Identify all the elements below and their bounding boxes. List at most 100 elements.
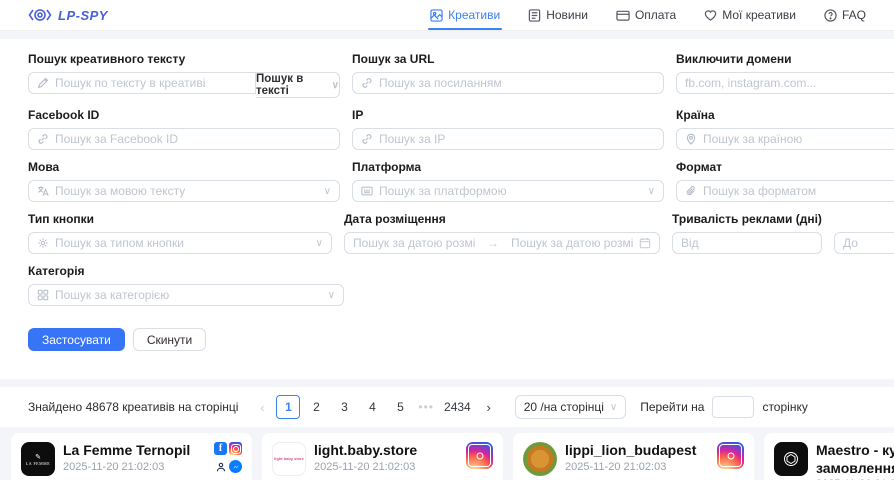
page-button-3[interactable]: 3 <box>332 395 356 419</box>
nav-label: Оплата <box>635 8 676 22</box>
card-date: 2025-11-20 21:02:03 <box>314 461 458 473</box>
apply-button[interactable]: Застосувати <box>28 328 125 351</box>
goto-page: Перейти на сторінку <box>640 396 808 418</box>
page-button-last[interactable]: 2434 <box>440 395 475 419</box>
page-button-1[interactable]: 1 <box>276 395 300 419</box>
language-input[interactable] <box>55 184 318 198</box>
filter-label: Пошук за URL <box>352 52 664 66</box>
platform-input[interactable] <box>379 184 642 198</box>
filter-duration: Тривалість реклами (дні) <box>672 212 894 254</box>
link-icon <box>361 133 373 145</box>
facebook-id-input[interactable] <box>55 132 331 146</box>
reset-button[interactable]: Скинути <box>133 328 206 351</box>
brand-logo[interactable]: LP-SPY <box>28 8 108 23</box>
page-size-select[interactable]: 20 /на сторінці ∨ <box>515 395 627 419</box>
location-pin-icon <box>685 133 697 145</box>
filter-label: Дата розміщення <box>344 212 660 226</box>
platform-icon <box>361 185 373 197</box>
top-navbar: LP-SPY Креативи Новини Оплата Мої креати… <box>0 0 894 31</box>
prev-page-button[interactable]: ‹ <box>252 400 272 415</box>
date-to-input[interactable] <box>511 236 633 250</box>
card-icon <box>616 9 630 22</box>
nav-tab-payment[interactable]: Оплата <box>616 0 676 30</box>
filter-label: Мова <box>28 160 340 174</box>
results-toolbar: Знайдено 48678 креативів на сторінці ‹ 1… <box>0 387 894 427</box>
filter-label: Facebook ID <box>28 108 340 122</box>
page-button-5[interactable]: 5 <box>388 395 412 419</box>
date-range-picker[interactable]: → <box>344 232 660 254</box>
chevron-down-icon: ∨ <box>332 80 339 91</box>
goto-label: Перейти на <box>640 400 704 414</box>
category-select[interactable]: ∨ <box>28 284 344 306</box>
filter-exclude-domains: Виключити домени <box>676 52 894 98</box>
filter-label: Виключити домени <box>676 52 894 66</box>
pagination-ellipsis[interactable]: ••• <box>418 400 434 414</box>
nav-label: Мої креативи <box>722 8 796 22</box>
url-input[interactable] <box>379 76 655 90</box>
nav-tab-news[interactable]: Новини <box>528 0 588 30</box>
creative-text-input[interactable] <box>55 76 247 90</box>
nav-tab-faq[interactable]: FAQ <box>824 0 866 30</box>
translate-icon <box>37 185 49 197</box>
card-title: light.baby.store <box>314 442 458 460</box>
date-from-input[interactable] <box>353 236 475 250</box>
brand-name: LP-SPY <box>58 8 108 23</box>
goto-page-input[interactable] <box>712 396 754 418</box>
filter-label: Категорія <box>28 264 344 278</box>
filter-url: Пошук за URL <box>352 52 664 98</box>
card-date: 2025-11-20 21:02:03 <box>63 461 206 473</box>
heart-icon <box>704 9 717 22</box>
ip-input[interactable] <box>379 132 655 146</box>
duration-from-input[interactable] <box>681 236 813 250</box>
country-input[interactable] <box>703 132 894 146</box>
language-select[interactable]: ∨ <box>28 180 340 202</box>
creative-card[interactable]: light baby store light.baby.store 2025-1… <box>262 433 503 480</box>
filter-button-type: Тип кнопки ∨ <box>28 212 332 254</box>
platform-icons: f <box>214 442 242 476</box>
chevron-down-icon: ∨ <box>648 186 655 197</box>
duration-to-input[interactable] <box>843 236 894 250</box>
filter-facebook-id: Facebook ID <box>28 108 340 150</box>
question-icon <box>824 9 837 22</box>
creative-card[interactable]: Maestro - кухні, меблі на замовлення в У… <box>764 433 894 480</box>
filter-label: Тривалість реклами (дні) <box>672 212 894 226</box>
page-button-4[interactable]: 4 <box>360 395 384 419</box>
button-type-input[interactable] <box>55 236 310 250</box>
filter-label: Пошук креативного тексту <box>28 52 340 66</box>
filter-format: Формат <box>676 160 894 202</box>
chevron-down-icon: ∨ <box>328 290 335 301</box>
nav-label: Креативи <box>448 8 500 22</box>
filter-label: Тип кнопки <box>28 212 332 226</box>
filter-panel: Пошук креативного тексту Пошук в тексті … <box>0 39 894 379</box>
category-input[interactable] <box>55 288 322 302</box>
creative-card[interactable]: lippi_lion_budapest 2025-11-20 21:02:03 … <box>513 433 754 480</box>
filter-country: Країна <box>676 108 894 150</box>
main-nav: Креативи Новини Оплата Мої креативи FAQ <box>430 0 866 30</box>
paperclip-icon <box>685 185 697 197</box>
button-type-select[interactable]: ∨ <box>28 232 332 254</box>
nav-label: Новини <box>546 8 588 22</box>
platform-select[interactable]: ∨ <box>352 180 664 202</box>
avatar: ✎LA FEMME <box>21 442 55 476</box>
audience-network-icon <box>214 460 227 473</box>
chevron-down-icon: ∨ <box>324 186 331 197</box>
card-title: La Femme Ternopil <box>63 442 206 460</box>
search-mode-select[interactable]: Пошук в тексті ∨ <box>256 72 340 98</box>
filter-creative-text: Пошук креативного тексту Пошук в тексті … <box>28 52 340 98</box>
eye-logo-icon <box>28 8 52 22</box>
nav-tab-my-creatives[interactable]: Мої креативи <box>704 0 796 30</box>
filter-label: IP <box>352 108 664 122</box>
filter-label: Платформа <box>352 160 664 174</box>
page-button-2[interactable]: 2 <box>304 395 328 419</box>
card-title: Maestro - кухні, меблі на замовлення в У… <box>816 442 894 477</box>
image-icon <box>430 9 443 22</box>
next-page-button[interactable]: › <box>479 400 499 415</box>
nav-tab-creatives[interactable]: Креативи <box>430 0 500 30</box>
format-input[interactable] <box>703 184 894 198</box>
filter-ip: IP <box>352 108 664 150</box>
instagram-icon <box>717 442 744 469</box>
exclude-domains-input[interactable] <box>685 76 894 90</box>
creative-card[interactable]: ✎LA FEMME La Femme Ternopil 2025-11-20 2… <box>11 433 252 480</box>
chevron-down-icon: ∨ <box>610 402 617 413</box>
link-icon <box>37 133 49 145</box>
